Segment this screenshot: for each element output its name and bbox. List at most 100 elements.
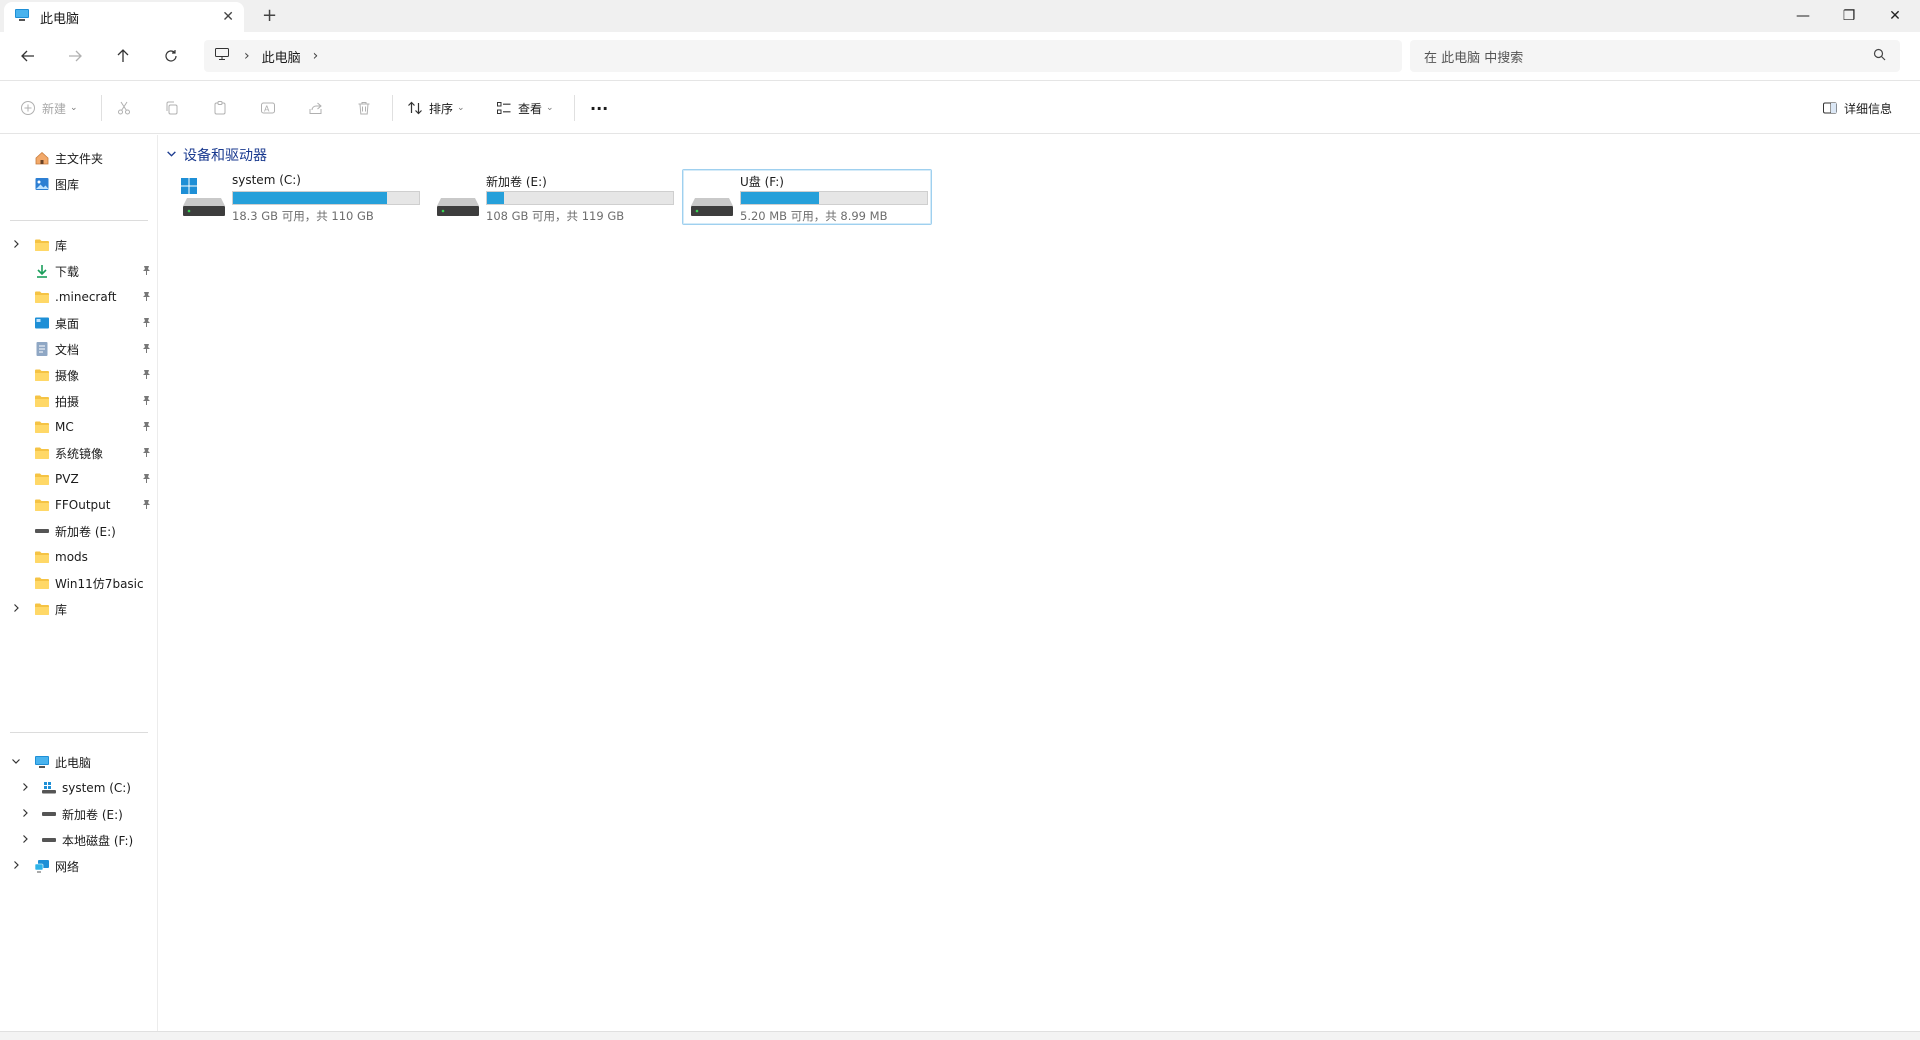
minimize-button[interactable]: — bbox=[1780, 0, 1826, 32]
sidebar-item[interactable]: 桌面 bbox=[0, 310, 158, 336]
chevron-right-icon[interactable] bbox=[11, 860, 21, 873]
sidebar-item[interactable]: MC bbox=[0, 414, 158, 440]
folder-icon bbox=[34, 471, 50, 487]
sidebar-item[interactable]: .minecraft bbox=[0, 284, 158, 310]
search-box[interactable]: 在 此电脑 中搜索 bbox=[1410, 40, 1900, 72]
sidebar-item[interactable]: 新加卷 (E:) bbox=[0, 518, 158, 544]
address-row: › 此电脑 › 在 此电脑 中搜索 bbox=[0, 32, 1920, 80]
sidebar-item-drive[interactable]: 本地磁盘 (F:) bbox=[0, 827, 158, 853]
sidebar-item-network[interactable]: 网络 bbox=[0, 853, 158, 879]
sidebar-item[interactable]: FFOutput bbox=[0, 492, 158, 518]
search-icon[interactable] bbox=[1873, 48, 1886, 65]
chevron-right-icon[interactable] bbox=[20, 808, 30, 821]
breadcrumb-separator[interactable]: › bbox=[313, 48, 319, 64]
sidebar-item-label: 拍摄 bbox=[55, 394, 80, 409]
minimize-icon: — bbox=[1796, 8, 1810, 24]
view-label: 查看 bbox=[518, 101, 543, 116]
sidebar-item[interactable]: 摄像 bbox=[0, 362, 158, 388]
address-bar[interactable]: › 此电脑 › bbox=[204, 40, 1402, 72]
sidebar-item-label: mods bbox=[55, 550, 88, 564]
sidebar-item[interactable]: 拍摄 bbox=[0, 388, 158, 414]
drive-tile[interactable]: U盘 (F:) 5.20 MB 可用，共 8.99 MB bbox=[682, 169, 932, 225]
usage-bar-fill bbox=[487, 192, 504, 204]
copy-icon bbox=[166, 101, 178, 115]
forward-button[interactable] bbox=[63, 44, 87, 68]
clipboard-icon bbox=[214, 101, 226, 115]
separator bbox=[574, 95, 575, 121]
breadcrumb-this-pc[interactable]: 此电脑 bbox=[262, 47, 301, 66]
tab-this-pc[interactable]: 此电脑 ✕ bbox=[4, 2, 244, 32]
folder-icon bbox=[34, 549, 50, 565]
sidebar-item-drive[interactable]: 新加卷 (E:) bbox=[0, 801, 158, 827]
sidebar-item-gallery[interactable]: 图库 bbox=[0, 171, 158, 197]
paste-button[interactable] bbox=[212, 96, 228, 120]
folder-icon bbox=[34, 237, 50, 253]
refresh-button[interactable] bbox=[159, 44, 183, 68]
chevron-right-icon[interactable] bbox=[20, 834, 30, 847]
tab-close-button[interactable]: ✕ bbox=[222, 9, 234, 25]
sidebar-item-home[interactable]: 主文件夹 bbox=[0, 145, 158, 171]
copy-button[interactable] bbox=[164, 96, 180, 120]
trash-icon bbox=[358, 102, 370, 115]
drive-space-info: 108 GB 可用，共 119 GB bbox=[486, 209, 625, 223]
windows-drive-icon bbox=[41, 780, 57, 796]
network-icon bbox=[34, 858, 50, 874]
up-button[interactable] bbox=[111, 44, 135, 68]
close-window-button[interactable]: ✕ bbox=[1872, 0, 1918, 32]
new-label: 新建 bbox=[42, 101, 67, 116]
view-button[interactable]: 查看 ⌄ bbox=[496, 96, 554, 120]
separator bbox=[10, 220, 148, 221]
sidebar-item[interactable]: PVZ bbox=[0, 466, 158, 492]
sidebar-item-this-pc[interactable]: 此电脑 bbox=[0, 749, 158, 775]
sidebar-item[interactable]: 库 bbox=[0, 596, 158, 622]
sidebar-item-label: MC bbox=[55, 420, 74, 434]
title-bar: 此电脑 ✕ + — ❐ ✕ bbox=[0, 0, 1920, 32]
separator bbox=[10, 732, 148, 733]
sidebar-item[interactable]: 下载 bbox=[0, 258, 158, 284]
chevron-right-icon[interactable] bbox=[11, 239, 21, 252]
maximize-button[interactable]: ❐ bbox=[1826, 0, 1872, 32]
drive-tile[interactable]: system (C:) 18.3 GB 可用，共 110 GB bbox=[174, 169, 424, 225]
pin-icon bbox=[142, 421, 151, 434]
chevron-down-icon[interactable] bbox=[11, 756, 21, 769]
folder-icon bbox=[34, 289, 50, 305]
drive-tile[interactable]: 新加卷 (E:) 108 GB 可用，共 119 GB bbox=[428, 169, 678, 225]
desktop-icon bbox=[34, 315, 50, 331]
home-icon bbox=[34, 150, 50, 166]
computer-icon bbox=[14, 8, 30, 26]
separator bbox=[392, 95, 393, 121]
chevron-down-icon bbox=[166, 148, 177, 162]
share-button[interactable] bbox=[308, 96, 324, 120]
new-tab-button[interactable]: + bbox=[262, 6, 277, 26]
rename-button[interactable]: A bbox=[260, 96, 276, 120]
usage-bar bbox=[740, 191, 928, 205]
folder-icon bbox=[34, 575, 50, 591]
pin-icon bbox=[142, 265, 151, 278]
view-icon bbox=[497, 102, 511, 114]
more-options-button[interactable]: ··· bbox=[590, 96, 608, 120]
sidebar-item[interactable]: 文档 bbox=[0, 336, 158, 362]
chevron-right-icon[interactable] bbox=[11, 603, 21, 616]
delete-button[interactable] bbox=[356, 96, 372, 120]
sidebar-item[interactable]: 库 bbox=[0, 232, 158, 258]
chevron-down-icon: ⌄ bbox=[70, 103, 78, 113]
back-button[interactable] bbox=[16, 44, 40, 68]
folder-icon bbox=[34, 497, 50, 513]
svg-text:A: A bbox=[264, 105, 270, 114]
sidebar-item-label: .minecraft bbox=[55, 290, 117, 304]
chevron-right-icon[interactable] bbox=[20, 782, 30, 795]
cut-button[interactable] bbox=[116, 96, 132, 120]
folder-icon bbox=[34, 419, 50, 435]
breadcrumb-separator[interactable]: › bbox=[244, 48, 250, 64]
group-header-devices[interactable]: 设备和驱动器 bbox=[166, 145, 267, 165]
sidebar-item-drive[interactable]: system (C:) bbox=[0, 775, 158, 801]
separator bbox=[101, 95, 102, 121]
sort-button[interactable]: 排序 ⌄ bbox=[407, 96, 465, 120]
usage-bar bbox=[486, 191, 674, 205]
sidebar-item[interactable]: 系统镜像 bbox=[0, 440, 158, 466]
sidebar-item[interactable]: Win11仿7basic bbox=[0, 570, 158, 596]
sidebar-item[interactable]: mods bbox=[0, 544, 158, 570]
close-icon: ✕ bbox=[1889, 8, 1901, 24]
new-button[interactable]: 新建 ⌄ bbox=[20, 96, 78, 120]
details-pane-button[interactable]: 详细信息 bbox=[1822, 96, 1892, 120]
